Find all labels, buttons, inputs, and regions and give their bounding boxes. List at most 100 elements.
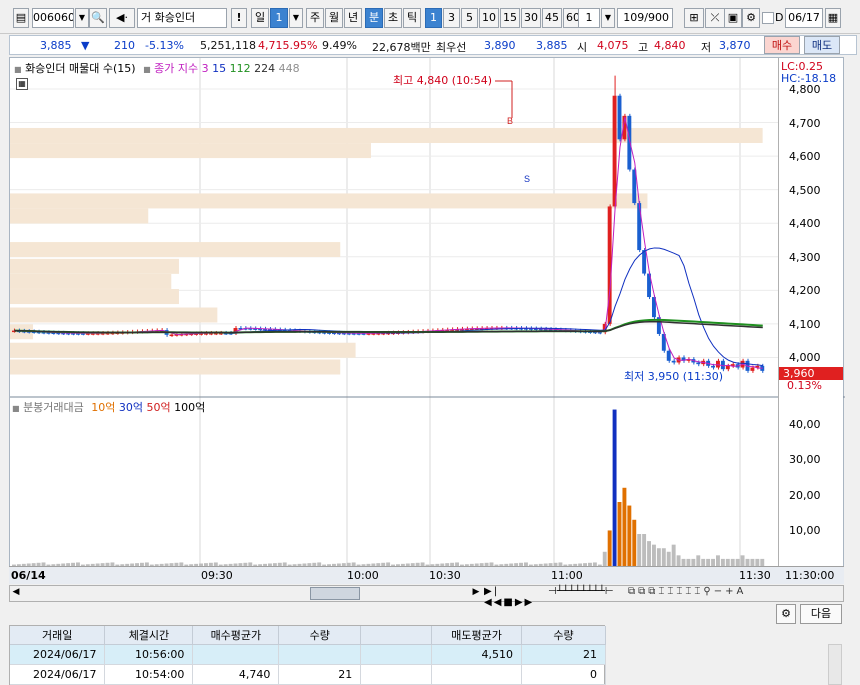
playback-controls[interactable]: ▶|◀◀■▶▶ [484,586,544,608]
quote-bar: 3,885 ▼ 210 -5.13% 5,251,118 4,715.95% 9… [9,35,857,55]
date-checkbox[interactable] [762,12,774,24]
search-icon[interactable]: 🔍 [89,8,107,28]
interval-5[interactable]: 5 [461,8,478,28]
interval-1[interactable]: 1 [425,8,442,28]
candle [716,360,720,368]
volume-bar [745,558,750,566]
volume-bar [602,551,607,566]
volume-bar [735,558,740,566]
cell-sell-avg [431,664,523,685]
interval-10[interactable]: 10 [479,8,499,28]
volume-bar [647,541,651,566]
period-minute[interactable]: 분 [365,8,383,28]
period-month[interactable]: 월 [325,8,343,28]
volume-bar [760,558,765,566]
save-icon[interactable]: ▣ [724,8,742,28]
trade-grid: 거래일 체결시간 매수평균가 수량 매도평균가 수량 2024/06/17 10… [9,625,606,685]
volume-bar [652,544,656,566]
scroll-thumb[interactable] [310,587,360,600]
period-year[interactable]: 년 [344,8,362,28]
time-label-0930: 09:30 [201,569,233,582]
unit-dropdown-icon[interactable]: ▼ [601,8,615,28]
volume-bar [637,534,642,566]
interval-30[interactable]: 30 [521,8,541,28]
count-field[interactable]: 109/900 [617,8,673,28]
low-label: 저 [701,41,712,54]
price-axis: LC:0.25 HC:-18.18 4,800 4,700 4,600 4,500 4,… [778,58,843,583]
grid-scrollbar[interactable] [828,644,842,685]
chart-svg[interactable]: BS [10,58,845,584]
down-arrow-icon: ▼ [81,39,90,52]
period-tick[interactable]: 틱 [403,8,421,28]
price-tick-label: 4,800 [789,83,821,96]
volume-bar [666,551,671,566]
volume-bar [755,558,760,566]
volume-profile-bar [10,359,341,375]
alert-icon[interactable]: ! [231,8,247,28]
high-label: 고 [638,41,649,54]
interval-45[interactable]: 45 [542,8,562,28]
gear-icon[interactable]: ⚙ [742,8,760,28]
col-buy-avg: 매수평균가 [192,626,280,645]
interval-15[interactable]: 15 [500,8,520,28]
draw-tool-icon[interactable]: ⤫ [705,8,725,28]
crosshair-icon[interactable]: ⊞ [684,8,704,28]
candle [627,115,632,170]
volume-profile-bar [10,208,149,224]
sell-button[interactable]: 매도 [804,36,840,54]
calendar-icon[interactable]: ▦ [825,8,841,28]
candle [637,203,642,251]
volume-bar [750,558,755,566]
chevron-down-icon[interactable]: ▼ [289,8,303,28]
price-tick-label: 4,700 [789,116,821,130]
period-day-count[interactable]: 1 [270,8,288,28]
volume-bar [701,558,706,566]
period-day[interactable]: 일 [251,8,269,28]
time-label-1100: 11:00 [551,569,583,582]
chart-tools-icons[interactable]: ⧉⧉⧉⌶⌶⌶⌶⌶⚲−+A [628,586,838,601]
time-axis: 06/14 09:30 10:00 10:30 11:00 11:30 11:3… [9,566,844,584]
scroll-right-icon[interactable]: ▶ [470,587,482,600]
volume-bar [691,558,696,566]
interval-3[interactable]: 3 [443,8,460,28]
volume: 5,251,118 [200,39,256,52]
cell-buy-qty: 21 [278,664,362,685]
stock-name: 화승인더 [154,11,196,24]
volume-bar [632,519,637,566]
settings-gear-icon[interactable]: ⚙ [776,604,796,624]
table-row[interactable]: 2024/06/17 10:56:00 4,510 21 [10,644,606,665]
col-buy-qty: 수량 [278,626,362,645]
next-button[interactable]: 다음 [800,604,842,624]
chart-scrollbar[interactable]: ◀ ▶ ▶|◀◀■▶▶ ⊣┴┴┴┴┴┴┴┴⊢ ⧉⧉⧉⌶⌶⌶⌶⌶⚲−+A [9,585,844,608]
candle [696,362,701,365]
buy-button[interactable]: 매수 [764,36,800,54]
stock-name-field[interactable]: 거 화승인더 [137,8,227,28]
price-tick-label: 4,100 [789,317,821,331]
date-field[interactable]: 06/17 [785,8,823,28]
zoom-slider[interactable]: ⊣┴┴┴┴┴┴┴┴⊢ [548,586,628,601]
volume-profile-bar [10,273,172,289]
code-dropdown-icon[interactable]: ▼ [75,8,89,28]
volume-profile-bar [10,307,218,323]
table-icon[interactable]: ▦ [16,78,28,90]
legend-ma112: 112 [229,62,251,75]
volume-profile-bar [10,193,648,209]
high-price: 4,840 [654,39,686,52]
low-annotation: 최저 3,950 (11:30) [624,370,724,383]
unit-input[interactable]: 1 [578,8,600,28]
chart-panel[interactable]: BS ■ 화승인더 매물대 수(15) ■ 종가 지수 3 15 112 224… [9,57,845,584]
table-row[interactable]: 2024/06/17 10:54:00 4,740 21 0 [10,664,606,685]
current-price: 3,885 [40,39,72,52]
period-week[interactable]: 주 [306,8,324,28]
volume-tick-label: 40,00 [789,417,821,431]
legend-ma15: 15 [212,62,227,75]
stock-code-input[interactable]: 006060 [32,8,74,28]
low-price: 3,870 [719,39,751,52]
layout-icon[interactable]: ▤ [13,8,29,28]
cell-date: 2024/06/17 [10,664,106,685]
period-second[interactable]: 초 [384,8,402,28]
speaker-icon[interactable]: ◀· [109,8,135,28]
scroll-left-icon[interactable]: ◀ [10,587,22,600]
volume-bar [671,544,676,566]
volume-profile-bar [10,289,179,305]
